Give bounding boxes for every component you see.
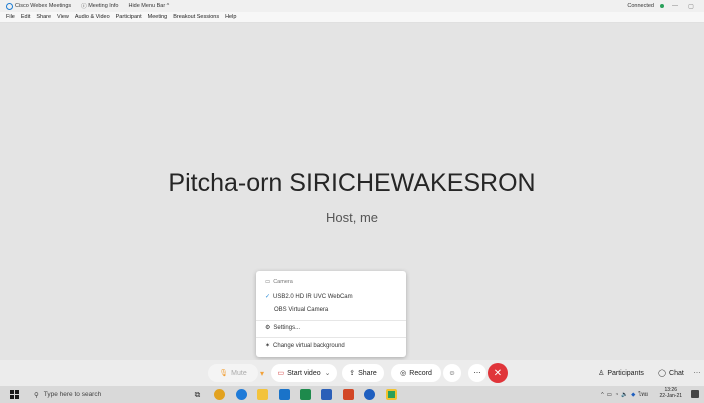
menu-share[interactable]: Share	[36, 14, 51, 20]
search-icon: ⚲	[34, 391, 39, 399]
store-icon[interactable]	[279, 389, 290, 400]
windows-taskbar: ⚲ Type here to search ⧉ ^ ▭ ◔ 🔈 ◆ ไทย 13…	[0, 386, 704, 403]
meeting-control-bar: 🎙 Mute ▾ ▭ Start video ⌄ ⇪ Share ◎ Recor…	[0, 360, 704, 386]
panel-more-icon[interactable]: ⋯	[690, 364, 704, 382]
battery-icon[interactable]: ▭	[607, 392, 612, 398]
menu-meeting[interactable]: Meeting	[148, 14, 168, 20]
webex-logo-icon	[6, 2, 13, 10]
taskbar-search[interactable]: ⚲ Type here to search	[34, 388, 184, 401]
word-icon[interactable]	[321, 389, 332, 400]
restore-icon[interactable]: ▢	[686, 3, 696, 10]
language-indicator[interactable]: ไทย	[638, 391, 648, 399]
share-icon: ⇪	[349, 370, 356, 377]
edge-icon[interactable]	[236, 389, 247, 400]
gear-icon: ⚙	[265, 325, 271, 331]
meeting-info-button[interactable]: ⓘ Meeting Info	[81, 2, 118, 10]
background-icon: ✶	[265, 343, 271, 349]
share-label: Share	[358, 369, 377, 377]
hide-menu-bar-label: Hide Menu Bar ^	[128, 3, 170, 9]
app-name: Cisco Webex Meetings	[15, 3, 72, 9]
dropbox-icon[interactable]: ◆	[631, 392, 635, 398]
connection-status: Connected	[627, 3, 654, 9]
record-button[interactable]: ◎ Record	[391, 364, 441, 382]
participants-label: Participants	[607, 369, 644, 377]
meeting-info-label: Meeting Info	[88, 3, 119, 9]
excel-icon[interactable]	[300, 389, 311, 400]
menu-help[interactable]: Help	[225, 14, 236, 20]
camera-option-obs[interactable]: OBS Virtual Camera	[274, 307, 328, 313]
connection-status-dot-icon	[660, 4, 664, 8]
system-tray: ^ ▭ ◔ 🔈 ◆ ไทย	[601, 387, 648, 402]
tray-chevron-icon[interactable]: ^	[601, 392, 604, 398]
volume-icon[interactable]: 🔈	[621, 392, 628, 398]
clock-date: 22-Jan-21	[659, 393, 682, 399]
chevron-down-icon[interactable]: ⌄	[325, 369, 331, 377]
participants-button[interactable]: ♙ Participants	[588, 364, 654, 382]
participant-name: Pitcha-orn SIRICHEWAKESRON	[168, 169, 536, 197]
chat-icon: ◯	[658, 370, 667, 377]
chat-button[interactable]: ◯ Chat	[653, 364, 689, 382]
record-icon: ◎	[400, 370, 407, 377]
menu-divider	[256, 337, 406, 338]
mute-label: Mute	[231, 369, 247, 377]
menu-bar: File Edit Share View Audio & Video Parti…	[0, 12, 704, 23]
window-controls: Connected — ▢	[627, 0, 696, 12]
file-explorer-icon[interactable]	[257, 389, 268, 400]
menu-divider	[256, 320, 406, 321]
minimize-icon[interactable]: —	[670, 3, 680, 9]
windows-start-icon[interactable]	[10, 390, 19, 399]
camera-menu: ▭ Camera ✓ USB2.0 HD IR UVC WebCam OBS V…	[256, 271, 406, 357]
menu-view[interactable]: View	[57, 14, 69, 20]
webex-app-icon[interactable]	[364, 389, 375, 400]
hide-menu-bar-button[interactable]: Hide Menu Bar ^	[128, 3, 169, 9]
audio-options-chevron-icon[interactable]: ▾	[257, 364, 267, 382]
end-meeting-button[interactable]: ✕	[488, 363, 508, 383]
camera-menu-header: ▭ Camera	[265, 279, 293, 285]
menu-edit[interactable]: Edit	[21, 14, 30, 20]
video-off-icon: ▭	[277, 370, 285, 377]
app-title: Cisco Webex Meetings	[6, 2, 72, 10]
menu-file[interactable]: File	[6, 14, 15, 20]
camera-option-label: OBS Virtual Camera	[274, 307, 329, 313]
taskbar-clock[interactable]: 13:26 22-Jan-21	[659, 387, 682, 399]
record-label: Record	[409, 369, 432, 377]
camera-settings-item[interactable]: ⚙ Settings...	[265, 324, 301, 332]
powerpoint-icon[interactable]	[343, 389, 354, 400]
reactions-icon[interactable]: ☺	[443, 364, 461, 382]
info-icon: ⓘ	[81, 4, 89, 10]
close-icon: ✕	[493, 367, 503, 379]
camera-header-label: Camera	[273, 279, 293, 285]
task-view-icon[interactable]: ⧉	[192, 389, 203, 400]
change-background-label: Change virtual background	[273, 342, 345, 349]
start-video-button[interactable]: ▭ Start video ⌄	[271, 364, 337, 382]
camera-icon: ▭	[265, 279, 271, 285]
menu-breakout-sessions[interactable]: Breakout Sessions	[173, 14, 219, 20]
change-virtual-background-item[interactable]: ✶ Change virtual background	[265, 342, 345, 350]
start-video-label: Start video	[287, 369, 321, 377]
more-options-icon[interactable]: ⋯	[468, 364, 486, 382]
checkmark-icon: ✓	[265, 294, 271, 300]
notifications-icon[interactable]	[691, 390, 699, 398]
share-button[interactable]: ⇪ Share	[342, 364, 384, 382]
search-placeholder: Type here to search	[43, 391, 102, 398]
chat-label: Chat	[669, 369, 684, 377]
participants-icon: ♙	[598, 370, 605, 377]
participant-role: Host, me	[325, 210, 378, 225]
title-bar: Cisco Webex Meetings ⓘ Meeting Info Hide…	[0, 0, 704, 12]
network-icon[interactable]: ◔	[615, 392, 618, 398]
camera-option-webcam[interactable]: ✓ USB2.0 HD IR UVC WebCam	[265, 293, 353, 301]
menu-audio-video[interactable]: Audio & Video	[75, 14, 110, 20]
camera-option-label: USB2.0 HD IR UVC WebCam	[273, 293, 353, 300]
menu-participant[interactable]: Participant	[116, 14, 142, 20]
mute-button[interactable]: 🎙 Mute	[208, 364, 258, 382]
settings-label: Settings...	[273, 324, 301, 331]
webex-meetings-icon[interactable]	[386, 389, 397, 400]
chrome-icon[interactable]	[214, 389, 225, 400]
microphone-icon: 🎙	[219, 370, 229, 377]
